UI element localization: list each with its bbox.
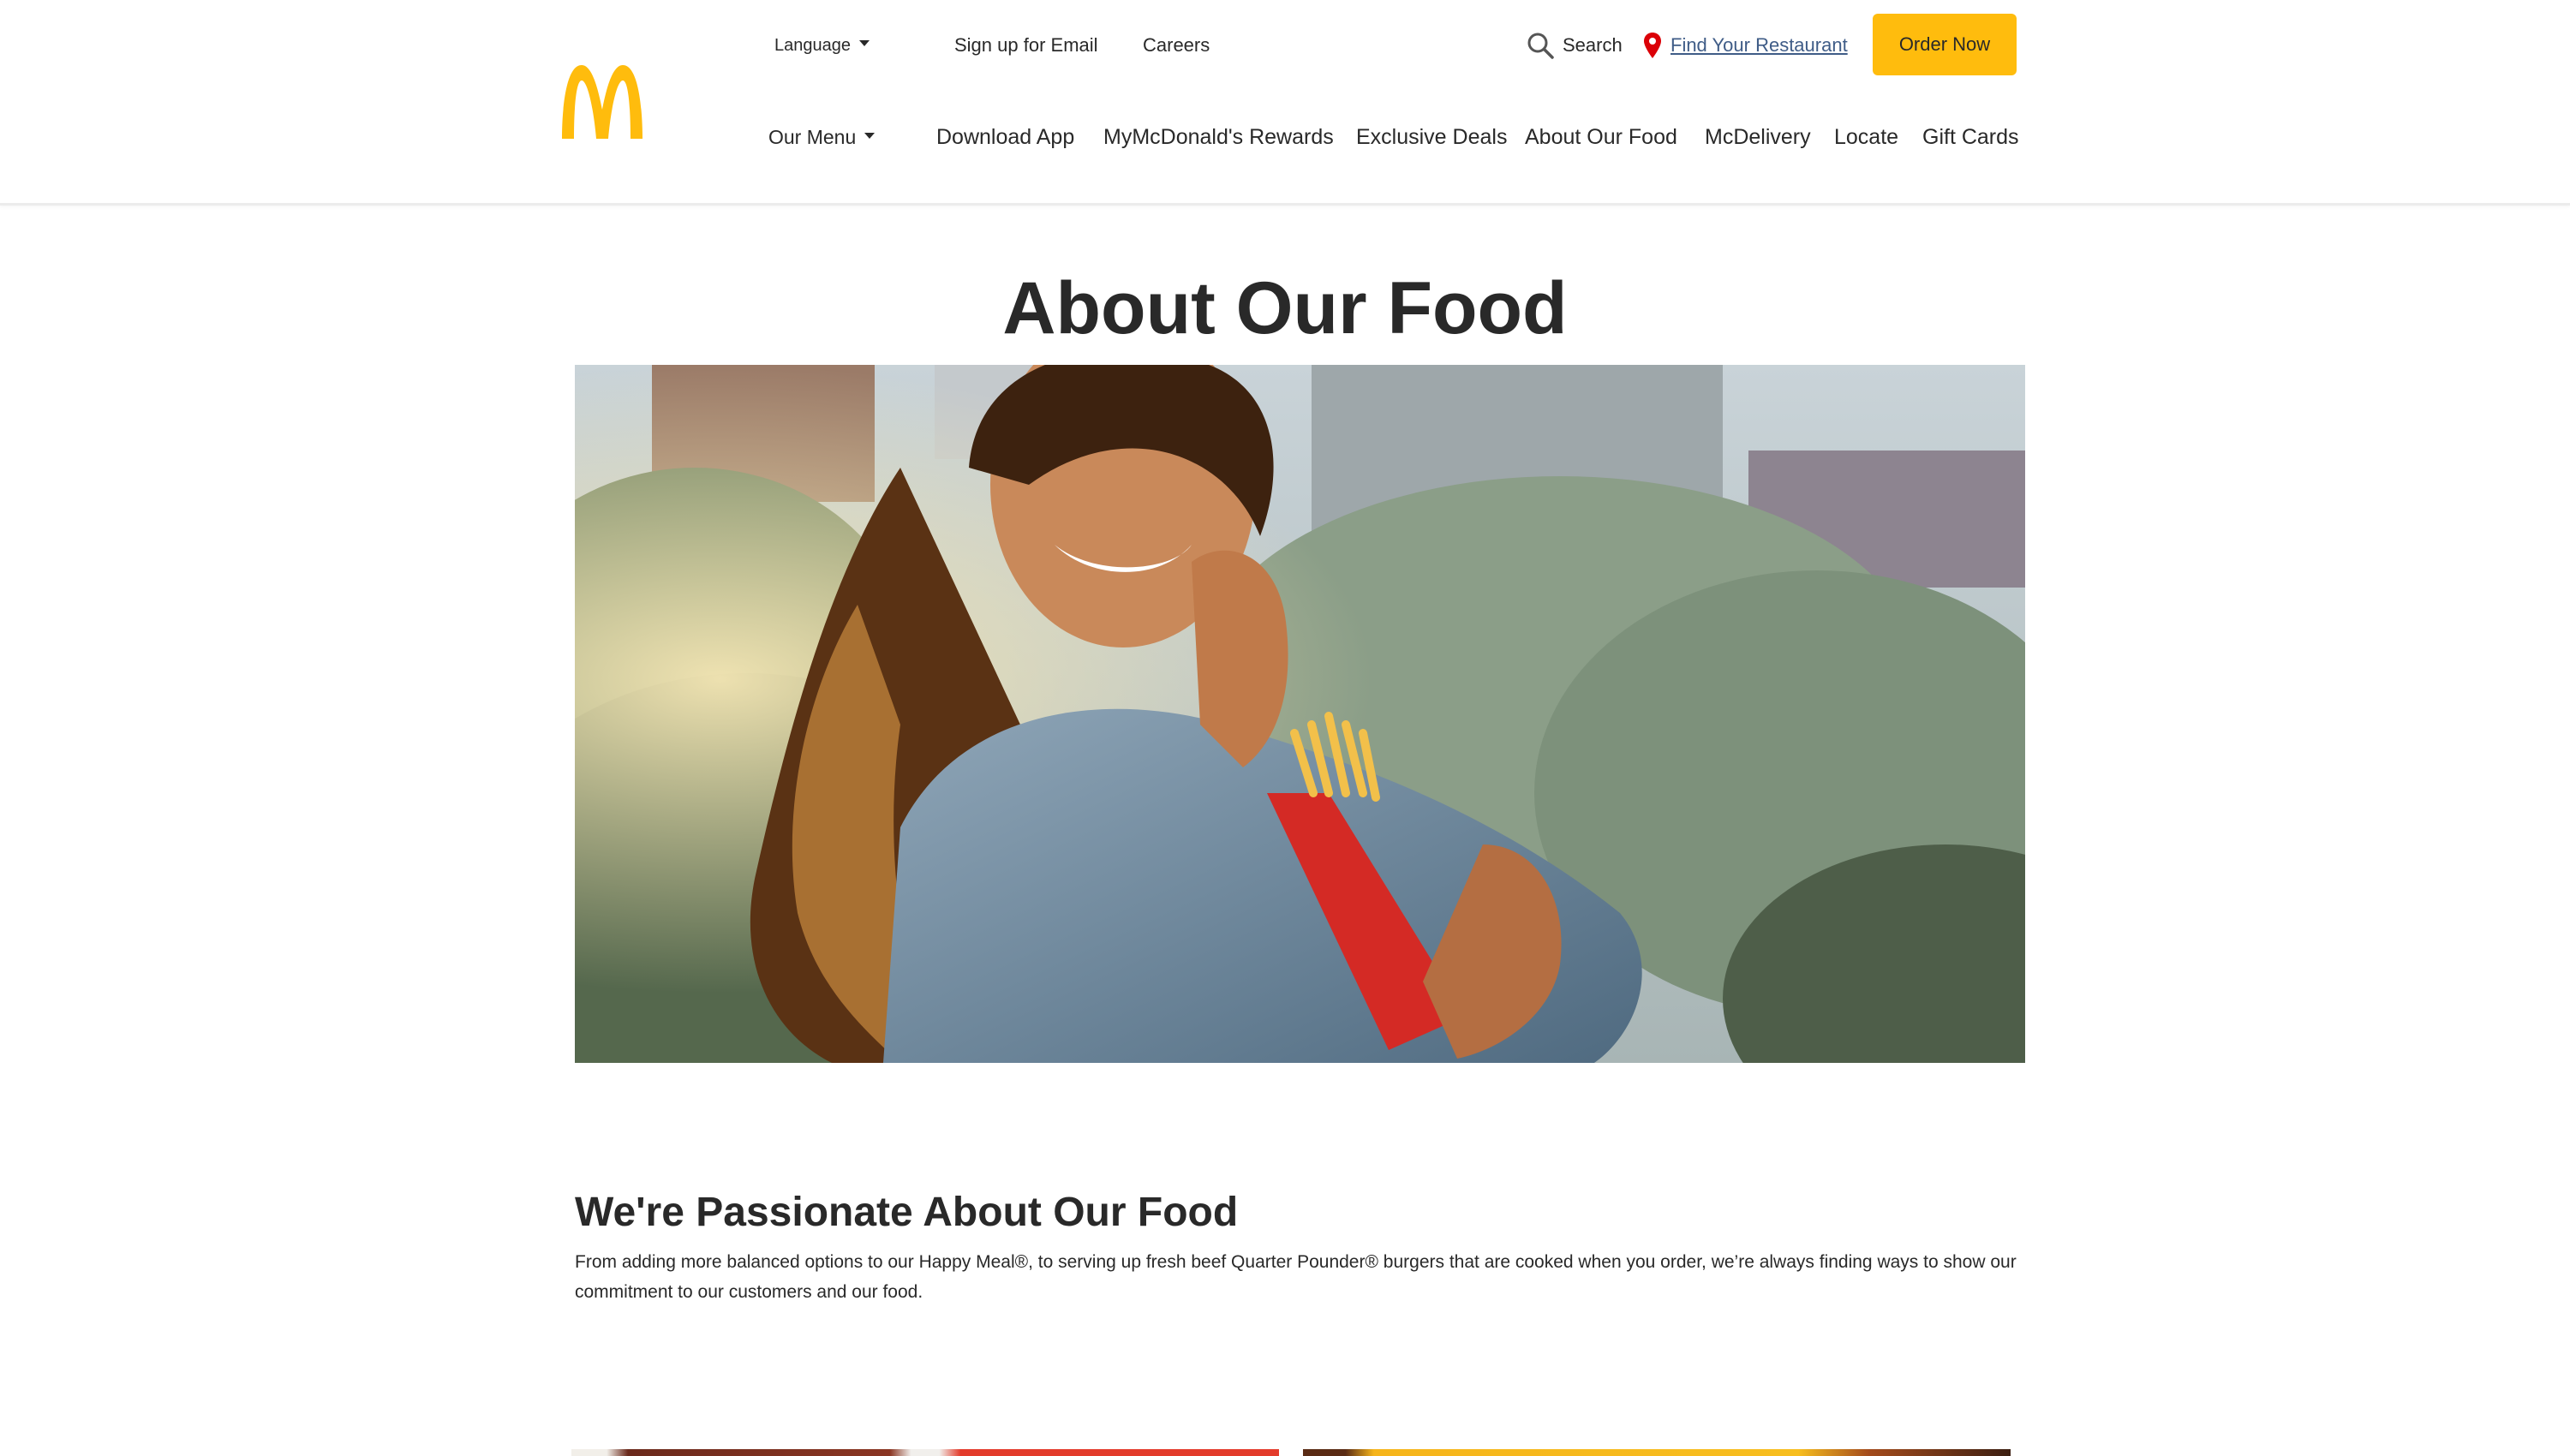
caret-down-icon (858, 40, 870, 47)
order-now-button[interactable]: Order Now (1873, 14, 2017, 75)
golden-arches-logo[interactable] (559, 60, 646, 139)
section-heading: We're Passionate About Our Food (575, 1190, 1239, 1235)
nav-our-menu-label: Our Menu (768, 126, 857, 148)
nav-exclusive-deals[interactable]: Exclusive Deals (1356, 120, 1507, 154)
search-label: Search (1563, 34, 1623, 56)
nav-about-our-food[interactable]: About Our Food (1525, 120, 1677, 154)
language-label: Language (774, 36, 851, 55)
caret-down-icon (864, 133, 876, 140)
search-button[interactable]: Search (1527, 29, 1623, 62)
nav-locate[interactable]: Locate (1834, 120, 1898, 154)
search-icon (1527, 33, 1554, 59)
find-restaurant-label: Find Your Restaurant (1670, 34, 1848, 56)
nav-our-menu[interactable]: Our Menu (768, 120, 876, 154)
nav-download-app[interactable]: Download App (936, 120, 1074, 154)
location-pin-icon (1644, 33, 1661, 58)
site-header: Language Sign up for Email Careers Searc… (0, 0, 2570, 206)
language-dropdown[interactable]: Language (774, 33, 870, 58)
feature-card-right[interactable] (1303, 1449, 2011, 1456)
section-body: From adding more balanced options to our… (575, 1252, 2017, 1302)
hero-image (575, 365, 2025, 1063)
careers-link[interactable]: Careers (1143, 33, 1210, 58)
page-title: About Our Food (1002, 267, 1568, 349)
feature-card-left[interactable] (571, 1449, 1279, 1456)
signup-email-link[interactable]: Sign up for Email (954, 33, 1098, 58)
find-restaurant-link[interactable]: Find Your Restaurant (1643, 29, 1848, 62)
nav-rewards[interactable]: MyMcDonald's Rewards (1103, 120, 1334, 154)
nav-gift-cards[interactable]: Gift Cards (1922, 120, 2019, 154)
nav-mcdelivery[interactable]: McDelivery (1705, 120, 1811, 154)
